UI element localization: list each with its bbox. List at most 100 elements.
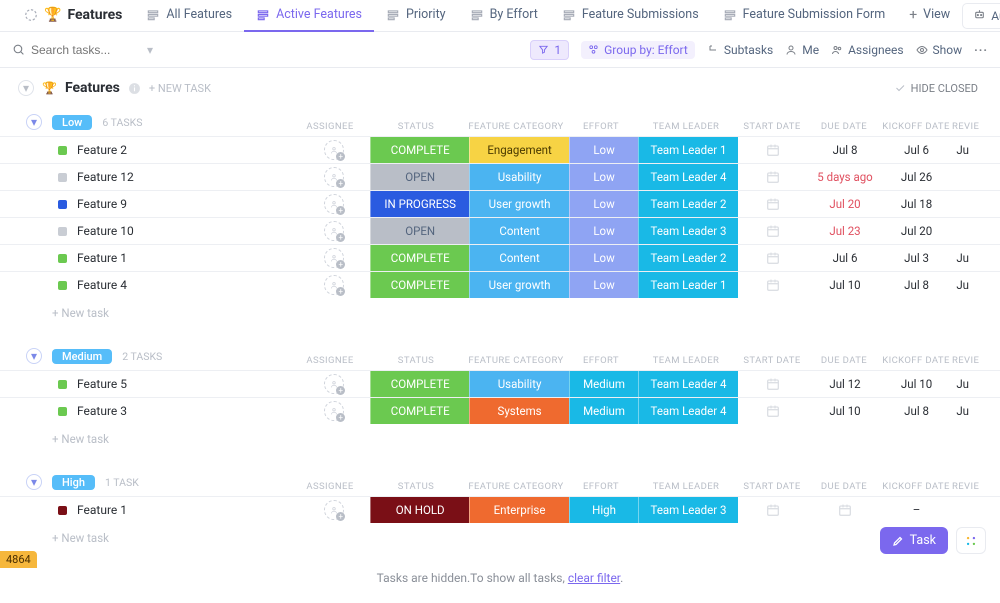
due-date-cell[interactable]: Jul 8 xyxy=(809,137,881,163)
status-cell[interactable]: COMPLETE xyxy=(370,245,469,271)
assign-avatar[interactable]: + xyxy=(324,500,344,520)
reviewer-cell[interactable] xyxy=(952,164,1000,190)
task-title[interactable]: Feature 4 xyxy=(77,278,127,292)
start-date-cell[interactable] xyxy=(738,137,810,163)
effort-cell[interactable]: Low xyxy=(569,218,639,244)
effort-cell[interactable]: Medium xyxy=(569,371,639,397)
assignee-cell[interactable]: + xyxy=(298,218,370,244)
start-date-cell[interactable] xyxy=(738,191,810,217)
due-date-cell[interactable] xyxy=(809,497,881,523)
category-cell[interactable]: Systems xyxy=(469,398,568,424)
assign-avatar[interactable]: + xyxy=(324,194,344,214)
assign-avatar[interactable]: + xyxy=(324,374,344,394)
view-tab[interactable]: Active Features xyxy=(244,0,374,32)
task-title[interactable]: Feature 12 xyxy=(77,170,134,184)
task-row[interactable]: Feature 12+OPENUsabilityLowTeam Leader 4… xyxy=(0,163,1000,190)
status-cell[interactable]: IN PROGRESS xyxy=(370,191,469,217)
category-cell[interactable]: Enterprise xyxy=(469,497,568,523)
kickoff-date-cell[interactable]: Jul 18 xyxy=(881,191,953,217)
assignee-cell[interactable]: + xyxy=(298,398,370,424)
assignee-cell[interactable]: + xyxy=(298,497,370,523)
automate-button[interactable]: Automate 1 ▾ xyxy=(962,3,1000,29)
view-tab[interactable]: Feature Submissions xyxy=(550,0,711,32)
due-date-cell[interactable]: Jul 12 xyxy=(809,371,881,397)
assign-avatar[interactable]: + xyxy=(324,140,344,160)
task-title[interactable]: Feature 10 xyxy=(77,224,134,238)
kickoff-date-cell[interactable]: Jul 10 xyxy=(881,371,953,397)
new-task-fab[interactable]: Task xyxy=(880,527,948,554)
assignee-cell[interactable]: + xyxy=(298,272,370,298)
leader-cell[interactable]: Team Leader 1 xyxy=(638,272,737,298)
add-view-button[interactable]: + View xyxy=(897,0,962,32)
category-cell[interactable]: Engagement xyxy=(469,137,568,163)
category-cell[interactable]: Usability xyxy=(469,164,568,190)
reviewer-cell[interactable]: Ju xyxy=(952,137,1000,163)
category-cell[interactable]: Content xyxy=(469,245,568,271)
task-row[interactable]: Feature 1+COMPLETEContentLowTeam Leader … xyxy=(0,244,1000,271)
me-filter[interactable]: Me xyxy=(785,43,819,57)
assign-avatar[interactable]: + xyxy=(324,248,344,268)
task-row[interactable]: Feature 4 + COMPLETEUser growthLowTeam Lea… xyxy=(0,271,1000,298)
assignee-cell[interactable]: + xyxy=(298,191,370,217)
task-row[interactable]: Feature 10+OPENContentLowTeam Leader 3Ju… xyxy=(0,217,1000,244)
due-date-cell[interactable]: 5 days ago xyxy=(809,164,881,190)
status-cell[interactable]: ON HOLD xyxy=(370,497,469,523)
leader-cell[interactable]: Team Leader 4 xyxy=(638,164,737,190)
start-date-cell[interactable] xyxy=(738,398,810,424)
reviewer-cell[interactable] xyxy=(952,191,1000,217)
task-row[interactable]: Feature 9+IN PROGRESSUser growthLowTeam … xyxy=(0,190,1000,217)
assign-avatar[interactable]: + xyxy=(324,401,344,421)
start-date-cell[interactable] xyxy=(738,218,810,244)
leader-cell[interactable]: Team Leader 3 xyxy=(638,497,737,523)
filter-chip[interactable]: 1 xyxy=(530,40,569,60)
status-cell[interactable]: OPEN xyxy=(370,164,469,190)
start-date-cell[interactable] xyxy=(738,272,810,298)
task-row[interactable]: Feature 3+COMPLETESystemsMediumTeam Lead… xyxy=(0,397,1000,424)
effort-cell[interactable]: Low xyxy=(569,191,639,217)
kickoff-date-cell[interactable]: Jul 6 xyxy=(881,137,953,163)
effort-cell[interactable]: Low xyxy=(569,272,639,298)
category-cell[interactable]: User growth xyxy=(469,272,568,298)
groupby-chip[interactable]: Group by: Effort xyxy=(581,41,695,59)
task-title[interactable]: Feature 5 xyxy=(77,377,127,391)
view-tab[interactable]: By Effort xyxy=(458,0,550,32)
task-row[interactable]: Feature 2+COMPLETEEngagementLowTeam Lead… xyxy=(0,136,1000,163)
task-title[interactable]: Feature 1 xyxy=(77,503,127,517)
status-cell[interactable]: COMPLETE xyxy=(370,398,469,424)
leader-cell[interactable]: Team Leader 3 xyxy=(638,218,737,244)
add-task-row[interactable]: + New task xyxy=(0,523,1000,553)
status-cell[interactable]: COMPLETE xyxy=(370,137,469,163)
add-task-row[interactable]: + New task xyxy=(0,298,1000,328)
view-tab[interactable]: Feature Submission Form xyxy=(711,0,898,32)
due-date-cell[interactable]: Jul 20 xyxy=(809,191,881,217)
task-title[interactable]: Feature 1 xyxy=(77,251,127,265)
kickoff-date-cell[interactable]: Jul 8 xyxy=(881,398,953,424)
assignee-cell[interactable]: + xyxy=(298,137,370,163)
task-row[interactable]: Feature 5 + COMPLETEUsabilityMediumTeam Le… xyxy=(0,370,1000,397)
start-date-cell[interactable] xyxy=(738,164,810,190)
reviewer-cell[interactable]: Ju xyxy=(952,245,1000,271)
reviewer-cell[interactable] xyxy=(952,497,1000,523)
kickoff-date-cell[interactable]: – xyxy=(881,497,953,523)
due-date-cell[interactable]: Jul 10 xyxy=(809,272,881,298)
reviewer-cell[interactable]: Ju xyxy=(952,371,1000,397)
kickoff-date-cell[interactable]: Jul 8 xyxy=(881,272,953,298)
status-cell[interactable]: COMPLETE xyxy=(370,272,469,298)
search-input[interactable] xyxy=(31,43,141,57)
task-title[interactable]: Feature 9 xyxy=(77,197,127,211)
apps-fab[interactable] xyxy=(956,527,986,554)
search-box[interactable]: ▾ xyxy=(12,43,153,57)
effort-cell[interactable]: Low xyxy=(569,137,639,163)
kickoff-date-cell[interactable]: Jul 3 xyxy=(881,245,953,271)
assignees-filter[interactable]: Assignees xyxy=(831,43,903,57)
start-date-cell[interactable] xyxy=(738,371,810,397)
new-task-button[interactable]: + NEW TASK xyxy=(149,82,211,95)
hide-closed-toggle[interactable]: HIDE CLOSED xyxy=(894,82,978,95)
start-date-cell[interactable] xyxy=(738,245,810,271)
category-cell[interactable]: Usability xyxy=(469,371,568,397)
status-cell[interactable]: COMPLETE xyxy=(370,371,469,397)
category-cell[interactable]: User growth xyxy=(469,191,568,217)
leader-cell[interactable]: Team Leader 4 xyxy=(638,371,737,397)
group-pill[interactable]: High xyxy=(52,475,95,490)
assign-avatar[interactable]: + xyxy=(324,275,344,295)
